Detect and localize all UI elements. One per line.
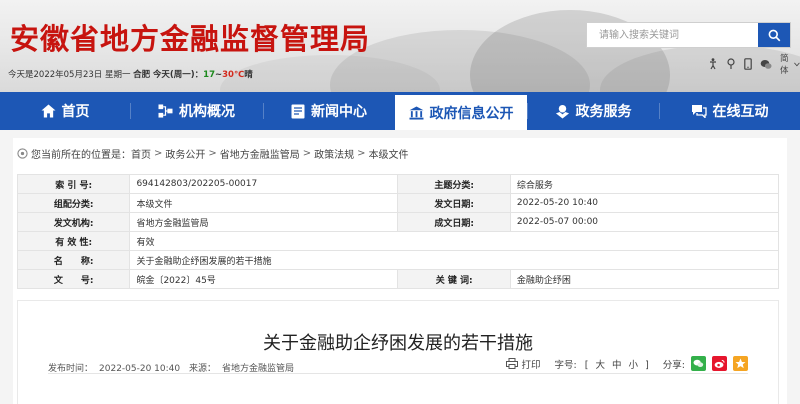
- meta-label: 主题分类:: [397, 174, 511, 194]
- meta-value: 关于金融助企纾困发展的若干措施: [129, 250, 779, 270]
- city-text: 合肥: [133, 70, 151, 80]
- meta-label: 名 称:: [16, 250, 131, 270]
- document-meta-table: 索 引 号: 694142803/202205-00017 主题分类: 综合服务…: [16, 174, 780, 289]
- weather-text: 晴: [244, 70, 253, 80]
- meta-label: 关 键 词:: [397, 269, 511, 289]
- nav-item-service[interactable]: 政务服务: [527, 92, 659, 130]
- search-box: [586, 22, 791, 48]
- star-icon: [735, 358, 746, 369]
- breadcrumb-bureau[interactable]: 省地方金融监管局: [220, 146, 300, 161]
- meta-value: 2022-05-07 00:00: [509, 212, 780, 232]
- building-icon: [409, 105, 424, 120]
- weibo-icon: [714, 359, 725, 368]
- bracket: [: [584, 359, 589, 371]
- search-input[interactable]: [587, 23, 759, 47]
- nav-item-gov-info[interactable]: 政府信息公开: [395, 92, 527, 130]
- breadcrumb-policy[interactable]: 政策法规: [314, 146, 354, 161]
- temp-high: 30℃: [222, 70, 245, 80]
- home-icon: [41, 104, 56, 118]
- font-size-switch: [ 大 中 小 ]: [583, 357, 651, 371]
- article-divider: [48, 373, 748, 374]
- share-label: 分享:: [662, 359, 685, 371]
- meta-label: 发文日期:: [397, 193, 511, 213]
- print-label: 打印: [521, 359, 541, 371]
- table-row: 组配分类: 本级文件 发文日期: 2022-05-20 10:40: [16, 193, 780, 213]
- printer-icon: [506, 358, 519, 369]
- accessibility-icon[interactable]: [708, 58, 718, 70]
- article-container: 关于金融助企纾困发展的若干措施 发布时间： 2022-05-20 10:40 来源…: [17, 300, 779, 404]
- meta-value: 金融助企纾困: [509, 269, 780, 289]
- search-icon: [768, 29, 780, 41]
- breadcrumb-gov-public[interactable]: 政务公开: [165, 146, 205, 161]
- nav-label: 机构概况: [179, 104, 235, 120]
- site-title[interactable]: 安徽省地方金融监督管理局: [10, 16, 370, 58]
- site-header: 安徽省地方金融监督管理局 今天是2022年05月23日 星期一 合肥 今天(周一…: [0, 0, 800, 92]
- service-icon: [555, 104, 570, 119]
- share-weibo-button[interactable]: [712, 356, 727, 371]
- meta-value: 有效: [129, 231, 779, 251]
- elder-mode-icon[interactable]: [726, 58, 736, 70]
- nav-label: 新闻中心: [311, 104, 367, 120]
- content-panel: 您当前所在的位置是： 首页 > 政务公开 > 省地方金融监管局 > 政策法规 > 本级文…: [13, 138, 787, 404]
- location-icon: [17, 148, 28, 159]
- font-small-button[interactable]: 小: [629, 360, 639, 371]
- chevron-down-icon: [794, 62, 800, 66]
- meta-label: 文 号:: [16, 269, 131, 289]
- bracket: ]: [645, 359, 649, 371]
- share-qzone-button[interactable]: [733, 356, 748, 371]
- breadcrumb-home[interactable]: 首页: [131, 146, 151, 161]
- breadcrumb-current[interactable]: 本级文件: [369, 146, 409, 161]
- meta-label: 索 引 号:: [16, 174, 131, 194]
- meta-label: 发文机构:: [16, 212, 131, 232]
- meta-label: 成文日期:: [397, 212, 511, 232]
- table-row: 索 引 号: 694142803/202205-00017 主题分类: 综合服务: [16, 174, 780, 194]
- table-row: 有 效 性: 有效: [16, 231, 779, 251]
- language-label: 简体: [780, 54, 789, 76]
- nav-label: 政府信息公开: [429, 105, 514, 122]
- chat-icon: [691, 104, 707, 118]
- weather-label: 今天(周一)：: [152, 70, 204, 80]
- main-nav: 首页 机构概况 新闻中心 政府信息公开 政务服务 在线互动: [0, 92, 800, 130]
- article-title: 关于金融助企纾困发展的若干措施: [263, 333, 533, 354]
- wechat-icon: [693, 359, 704, 368]
- share-wechat-button[interactable]: [691, 356, 706, 371]
- nav-item-news[interactable]: 新闻中心: [263, 92, 395, 130]
- print-button[interactable]: 打印: [506, 357, 540, 371]
- font-size-label: 字号:: [554, 359, 577, 371]
- wechat-icon[interactable]: [760, 59, 772, 70]
- nav-label: 首页: [61, 104, 90, 120]
- breadcrumb-prefix: 您当前所在的位置是：: [31, 150, 131, 161]
- date-text: 今天是2022年05月23日 星期一: [8, 70, 134, 80]
- nav-item-interact[interactable]: 在线互动: [659, 92, 800, 130]
- org-chart-icon: [158, 104, 173, 118]
- header-tools: 简体: [708, 52, 800, 76]
- news-icon: [291, 104, 305, 119]
- meta-label: 有 效 性:: [16, 231, 131, 251]
- meta-label: 组配分类:: [16, 193, 131, 213]
- nav-label: 在线互动: [712, 104, 769, 120]
- meta-value: 694142803/202205-00017: [129, 174, 399, 194]
- table-row: 名 称: 关于金融助企纾困发展的若干措施: [16, 250, 779, 270]
- font-large-button[interactable]: 大: [595, 360, 605, 371]
- nav-item-home[interactable]: 首页: [0, 92, 130, 130]
- table-row: 文 号: 皖金〔2022〕45号 关 键 词: 金融助企纾困: [16, 269, 780, 289]
- meta-value: 皖金〔2022〕45号: [129, 269, 399, 289]
- meta-value: 2022-05-20 10:40: [509, 193, 780, 213]
- table-row: 发文机构: 省地方金融监管局 成文日期: 2022-05-07 00:00: [16, 212, 780, 232]
- search-button[interactable]: [758, 23, 790, 47]
- mobile-icon[interactable]: [744, 58, 752, 70]
- date-weather-line: 今天是2022年05月23日 星期一 合肥 今天(周一)：17~30℃晴: [8, 68, 253, 80]
- article-actions: 打印 字号: [ 大 中 小 ] 分享:: [506, 356, 748, 371]
- nav-item-org[interactable]: 机构概况: [130, 92, 263, 130]
- language-switch[interactable]: 简体: [780, 52, 800, 76]
- temp-low: 17: [203, 70, 216, 80]
- meta-value: 省地方金融监管局: [129, 212, 399, 232]
- font-medium-button[interactable]: 中: [612, 360, 622, 371]
- breadcrumb: 您当前所在的位置是： 首页 > 政务公开 > 省地方金融监管局 > 政策法规 > 本级文…: [17, 146, 409, 161]
- meta-value: 本级文件: [129, 193, 399, 213]
- meta-value: 综合服务: [509, 174, 780, 194]
- nav-label: 政务服务: [575, 104, 632, 120]
